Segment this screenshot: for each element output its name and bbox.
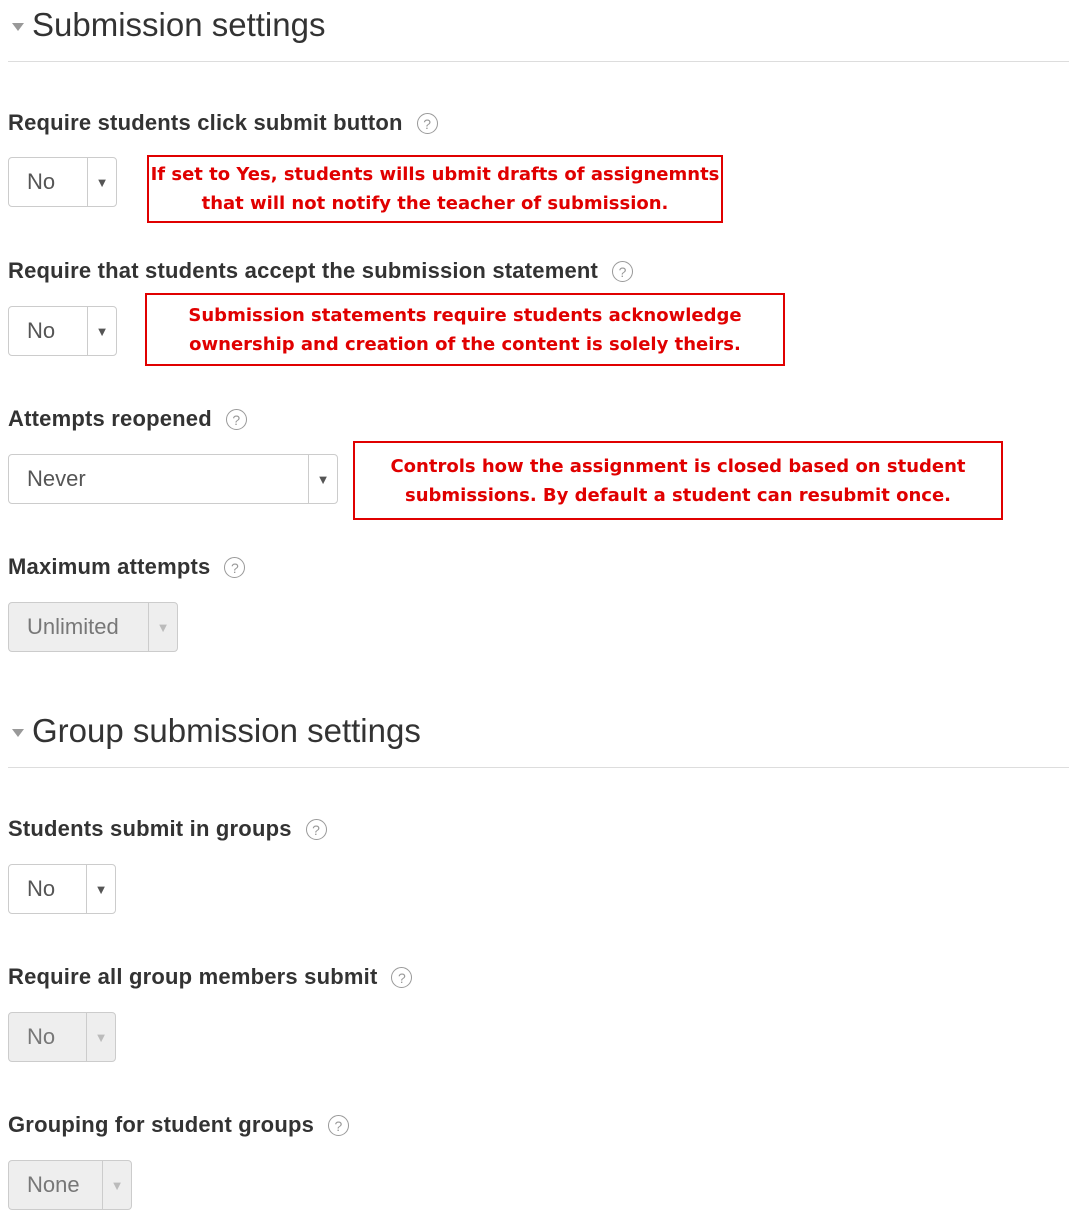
submission-settings-header[interactable]: Submission settings: [12, 6, 325, 44]
annotation-note: Submission statements require students a…: [145, 293, 785, 366]
chevron-down-icon: ▼: [148, 603, 177, 651]
annotation-note: If set to Yes, students wills ubmit draf…: [147, 155, 723, 223]
section-title: Group submission settings: [32, 712, 421, 749]
field-label-maximum-attempts: Maximum attempts ?: [8, 554, 246, 580]
submit-button-select[interactable]: No ▼: [8, 157, 117, 207]
chevron-down-icon: ▼: [102, 1161, 131, 1209]
field-label-submit-button: Require students click submit button ?: [8, 110, 438, 136]
chevron-down-icon: ▼: [86, 1013, 115, 1061]
help-circle-icon[interactable]: ?: [391, 966, 413, 988]
maximum-attempts-select: Unlimited ▼: [8, 602, 178, 652]
chevron-down-icon: ▼: [87, 158, 116, 206]
field-label-submission-statement: Require that students accept the submiss…: [8, 258, 634, 284]
submission-statement-select[interactable]: No ▼: [8, 306, 117, 356]
chevron-down-icon: ▼: [308, 455, 337, 503]
collapse-caret-icon[interactable]: [12, 23, 24, 31]
field-label-attempts-reopened: Attempts reopened ?: [8, 406, 247, 432]
section-divider: [8, 61, 1069, 62]
section-title: Submission settings: [32, 6, 326, 43]
help-circle-icon[interactable]: ?: [328, 1114, 350, 1136]
annotation-note: Controls how the assignment is closed ba…: [353, 441, 1003, 520]
help-circle-icon[interactable]: ?: [224, 556, 246, 578]
help-circle-icon[interactable]: ?: [225, 408, 247, 430]
students-submit-in-groups-select[interactable]: No ▼: [8, 864, 116, 914]
require-all-members-select: No ▼: [8, 1012, 116, 1062]
chevron-down-icon: ▼: [86, 865, 115, 913]
group-submission-settings-header[interactable]: Group submission settings: [12, 712, 421, 750]
collapse-caret-icon[interactable]: [12, 729, 24, 737]
help-circle-icon[interactable]: ?: [305, 818, 327, 840]
section-divider: [8, 767, 1069, 768]
help-circle-icon[interactable]: ?: [416, 112, 438, 134]
grouping-select: None ▼: [8, 1160, 132, 1210]
field-label-students-submit-in-groups: Students submit in groups ?: [8, 816, 327, 842]
field-label-require-all-members: Require all group members submit ?: [8, 964, 413, 990]
field-label-grouping: Grouping for student groups ?: [8, 1112, 350, 1138]
attempts-reopened-select[interactable]: Never ▼: [8, 454, 338, 504]
chevron-down-icon: ▼: [87, 307, 116, 355]
help-circle-icon[interactable]: ?: [612, 260, 634, 282]
